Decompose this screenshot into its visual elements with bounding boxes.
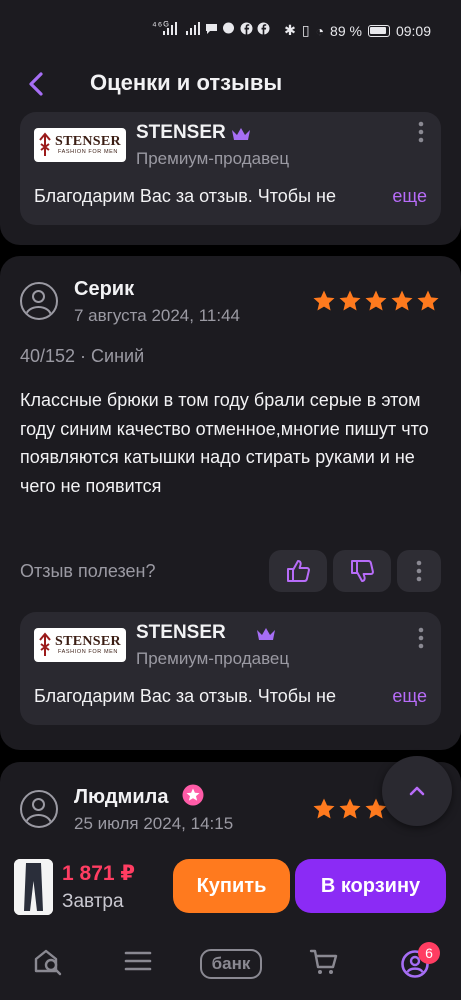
signal-icon	[186, 22, 200, 35]
review-author: Серик	[74, 278, 135, 300]
read-more-link[interactable]: еще	[392, 186, 427, 207]
thumbs-up-icon	[287, 560, 310, 582]
review-text: Классные брюки в том году брали серые в …	[20, 390, 429, 496]
page-title: Оценки и отзывы	[90, 70, 283, 95]
logo-subtitle: FASHION FOR MEN	[57, 148, 118, 155]
thumbs-down-icon	[351, 560, 374, 582]
logo-brand: STENSER	[55, 133, 121, 149]
bluetooth-icon: ✱	[284, 22, 296, 38]
crown-icon	[257, 628, 275, 640]
helpful-label: Отзыв полезен?	[20, 561, 156, 581]
logo-arrow-icon	[39, 632, 51, 656]
trousers-image	[14, 859, 53, 915]
seller-name: STENSER	[136, 122, 226, 143]
status-bar: ⁴⁶ᴳ ✱ ▯ ◔ 89 % 09:09	[0, 0, 461, 60]
star-icon	[339, 798, 361, 819]
chat-icon	[206, 24, 217, 34]
vibrate-icon: ▯	[301, 22, 310, 38]
top-reviewer-badge-icon	[182, 784, 204, 806]
more-options-icon[interactable]	[417, 626, 425, 650]
status-right: ✱ ▯ ◔ 89 % 09:09	[284, 22, 431, 39]
add-to-cart-button[interactable]: В корзину	[295, 859, 446, 913]
read-more-link[interactable]: еще	[392, 686, 427, 707]
review-card-previous: STENSER FASHION FOR MEN STENSER Премиум-…	[0, 100, 461, 245]
like-button[interactable]	[269, 550, 327, 592]
seller-reply: STENSER FASHION FOR MEN STENSER Премиум-…	[20, 112, 441, 225]
more-options-icon	[416, 560, 422, 582]
tab-catalog-menu-icon[interactable]	[124, 945, 152, 977]
reply-text: Благодарим Вас за отзыв. Чтобы не	[34, 186, 337, 206]
seller-name: STENSER	[136, 622, 226, 643]
product-thumbnail[interactable]	[14, 859, 53, 915]
battery-icon	[367, 24, 390, 37]
facebook-icon	[240, 22, 253, 35]
messenger-icon	[223, 22, 234, 34]
logo-arrow-icon	[39, 132, 51, 156]
seller-logo: STENSER FASHION FOR MEN	[34, 628, 126, 662]
more-options-icon[interactable]	[417, 120, 425, 144]
seller-role: Премиум-продавец	[136, 649, 290, 668]
battery-level: 89 %	[330, 22, 362, 39]
star-icon	[313, 798, 335, 819]
star-icon	[365, 290, 387, 311]
logo-subtitle: FASHION FOR MEN	[57, 648, 118, 655]
buy-button[interactable]: Купить	[173, 859, 290, 913]
tab-bank[interactable]: банк	[200, 949, 262, 979]
logo-brand: STENSER	[55, 633, 121, 649]
seller-logo: STENSER FASHION FOR MEN	[34, 128, 126, 162]
star-icon	[339, 290, 361, 311]
delivery-date: Завтра	[62, 891, 124, 912]
seller-role: Премиум-продавец	[136, 149, 290, 168]
star-icon	[417, 290, 439, 311]
star-icon	[391, 290, 413, 311]
review-menu-button[interactable]	[397, 550, 441, 592]
facebook-icon	[257, 22, 270, 35]
reply-text: Благодарим Вас за отзыв. Чтобы не	[34, 686, 337, 706]
tab-home-search-icon[interactable]	[32, 945, 64, 977]
clock: 09:09	[395, 22, 431, 39]
star-icon	[313, 290, 335, 311]
product-price: 1 871 ₽	[62, 862, 135, 885]
profile-notification-badge: 6	[418, 942, 440, 964]
bottom-panel: 1 871 ₽ Завтра Купить В корзину банк 6	[0, 845, 461, 1000]
tab-cart-icon[interactable]	[308, 945, 340, 977]
user-avatar-icon	[20, 790, 58, 828]
rating-stars	[312, 289, 440, 313]
wifi-icon: ◔	[315, 22, 325, 39]
product-variant: 40/152 · Синий	[20, 346, 145, 366]
review-author: Людмила	[74, 786, 169, 808]
dislike-button[interactable]	[333, 550, 391, 592]
signal-icon	[163, 22, 177, 35]
crown-icon	[232, 128, 250, 140]
rating-stars	[312, 797, 388, 821]
scroll-to-top-button[interactable]	[382, 756, 452, 826]
seller-reply: STENSER FASHION FOR MEN STENSER Премиум-…	[20, 612, 441, 725]
review-card: Серик 7 августа 2024, 11:44 40/152 · Син…	[0, 256, 461, 750]
chevron-up-icon	[409, 786, 425, 796]
back-arrow-icon[interactable]	[22, 68, 54, 100]
review-date: 7 августа 2024, 11:44	[74, 306, 240, 325]
review-date: 25 июля 2024, 14:15	[74, 814, 234, 833]
user-avatar-icon	[20, 282, 58, 320]
